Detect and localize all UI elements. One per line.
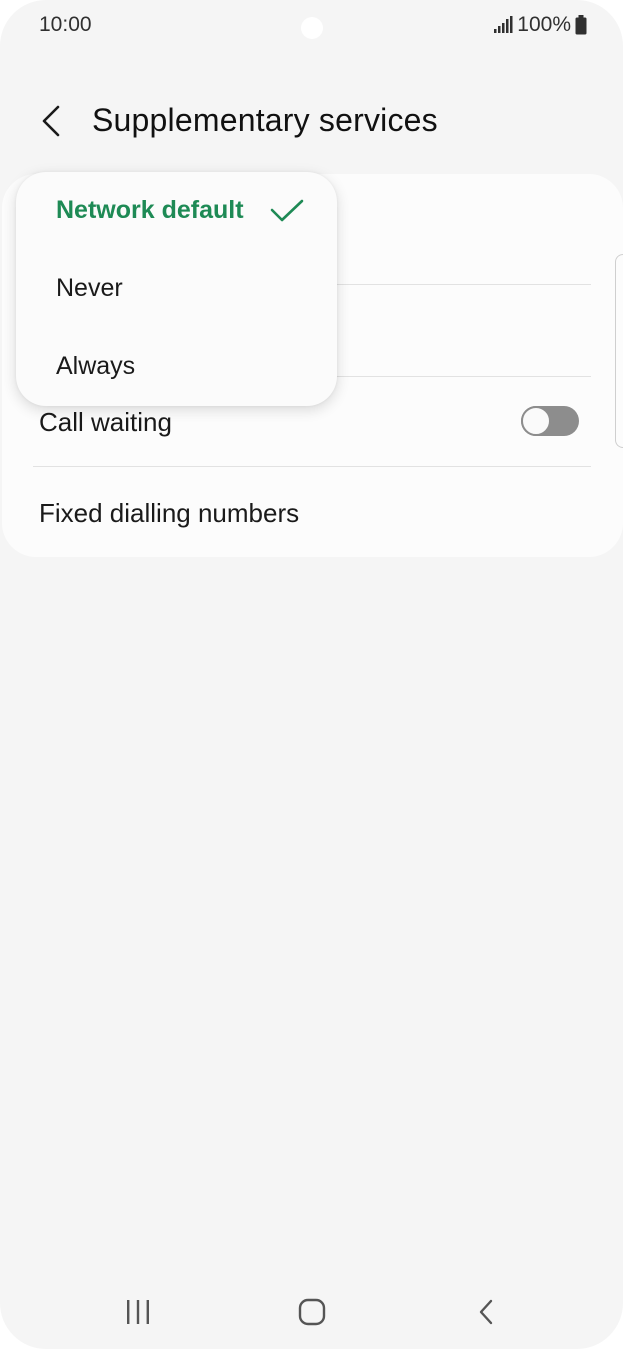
back-button[interactable]	[28, 98, 74, 144]
back-icon	[479, 1299, 493, 1325]
call-waiting-label: Call waiting	[39, 407, 172, 437]
option-never[interactable]: Never	[16, 250, 337, 328]
scroll-indicator	[615, 254, 623, 448]
option-network-default[interactable]: Network default	[16, 172, 337, 250]
status-indicators: 100%	[493, 13, 587, 37]
back-arrow-icon	[42, 105, 60, 137]
status-bar: 10:00 100%	[0, 0, 623, 54]
option-label: Network default	[56, 196, 244, 224]
option-label: Always	[56, 352, 136, 380]
battery-icon	[575, 15, 587, 35]
nav-back-button[interactable]	[467, 1294, 507, 1330]
battery-percentage: 100%	[517, 13, 571, 36]
recent-apps-button[interactable]	[118, 1294, 158, 1330]
phone-screen: 10:00 100% Supplementary services Call w…	[0, 0, 623, 1349]
home-icon	[298, 1298, 326, 1326]
fixed-dialling-numbers-row[interactable]: Fixed dialling numbers	[2, 467, 623, 557]
navigation-bar	[0, 1280, 623, 1344]
option-always[interactable]: Always	[16, 328, 337, 406]
home-button[interactable]	[292, 1294, 332, 1330]
check-icon	[270, 199, 304, 222]
page-title: Supplementary services	[92, 102, 438, 138]
app-bar: Supplementary services	[0, 90, 623, 154]
signal-icon	[493, 16, 513, 34]
recent-apps-icon	[127, 1300, 149, 1324]
front-camera	[301, 17, 323, 39]
dropdown-menu: Network default Never Always	[16, 172, 337, 406]
option-label: Never	[56, 274, 123, 302]
status-time: 10:00	[39, 13, 92, 36]
fixed-dialling-numbers-label: Fixed dialling numbers	[39, 498, 300, 528]
toggle-knob	[521, 406, 551, 436]
call-waiting-toggle[interactable]	[521, 406, 579, 436]
